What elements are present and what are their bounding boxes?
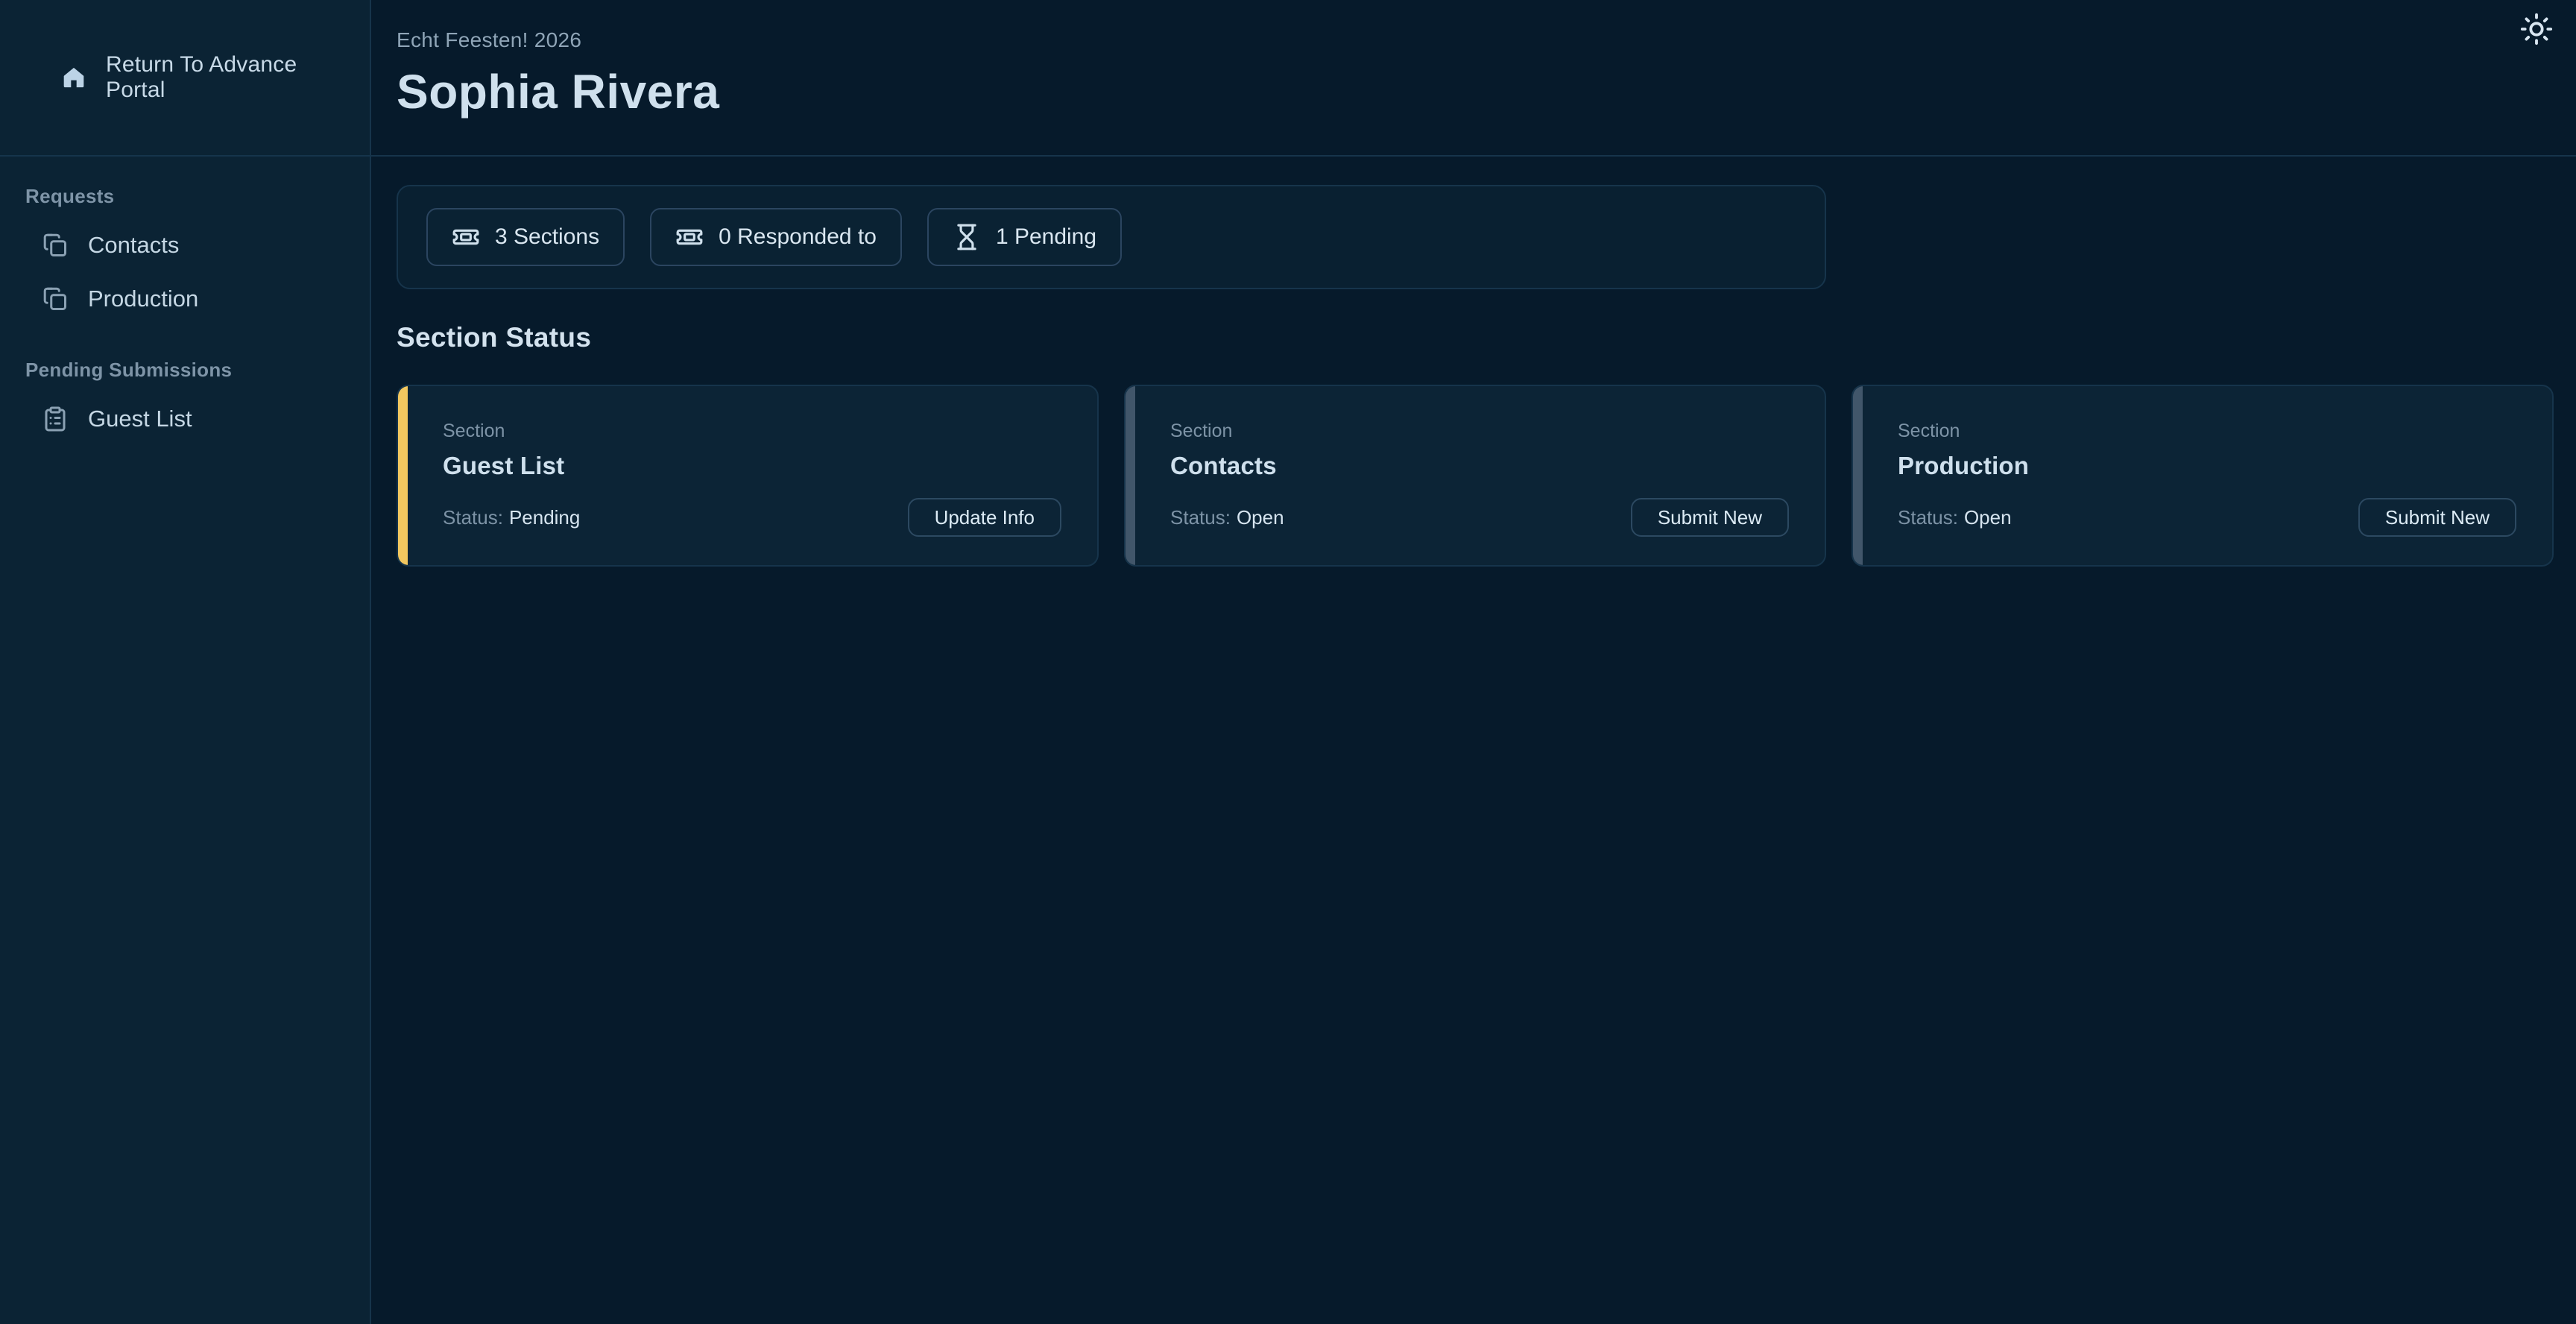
sidebar-item-guest-list[interactable]: Guest List — [0, 392, 370, 446]
nav-section-title: Pending Submissions — [0, 359, 370, 382]
nav-section-title: Requests — [0, 185, 370, 208]
status-label: Status: — [443, 506, 503, 529]
sidebar-nav: Requests Contacts Production Pending Sub… — [0, 157, 370, 479]
sun-icon — [2519, 12, 2554, 46]
status-value: Pending — [509, 506, 580, 529]
status-value: Open — [1237, 506, 1284, 529]
ticket-icon — [675, 223, 704, 251]
section-cards-row: Section Guest List Status: Pending Update… — [397, 385, 2554, 567]
return-to-portal-label: Return To Advance Portal — [106, 52, 347, 103]
status-line: Status: Open — [1170, 506, 1284, 529]
card-eyebrow: Section — [1170, 420, 1789, 442]
section-status-heading: Section Status — [397, 322, 2554, 353]
page-header: Echt Feesten! 2026 Sophia Rivera — [371, 0, 2576, 157]
nav-section-pending-submissions: Pending Submissions Guest List — [0, 359, 370, 446]
sidebar: Return To Advance Portal Requests Contac… — [0, 0, 371, 1324]
return-to-portal-link[interactable]: Return To Advance Portal — [0, 0, 370, 157]
card-title: Production — [1898, 452, 2516, 480]
card-title: Guest List — [443, 452, 1061, 480]
copy-icon — [42, 286, 69, 312]
card-accent-stripe — [1853, 386, 1863, 565]
copy-icon — [42, 232, 69, 259]
stat-label: 3 Sections — [495, 224, 599, 250]
submit-new-button[interactable]: Submit New — [1631, 498, 1789, 537]
home-icon — [61, 65, 86, 90]
card-eyebrow: Section — [443, 420, 1061, 442]
status-line: Status: Pending — [443, 506, 580, 529]
status-label: Status: — [1898, 506, 1958, 529]
status-value: Open — [1964, 506, 2012, 529]
status-line: Status: Open — [1898, 506, 2012, 529]
ticket-icon — [452, 223, 480, 251]
update-info-button[interactable]: Update Info — [908, 498, 1061, 537]
nav-section-requests: Requests Contacts Production — [0, 185, 370, 326]
section-card-production: Section Production Status: Open Submit Ne… — [1852, 385, 2554, 567]
sidebar-item-contacts[interactable]: Contacts — [0, 218, 370, 272]
card-footer: Status: Pending Update Info — [443, 498, 1061, 537]
card-title: Contacts — [1170, 452, 1789, 480]
submit-new-button[interactable]: Submit New — [2358, 498, 2516, 537]
sidebar-item-production[interactable]: Production — [0, 272, 370, 326]
card-footer: Status: Open Submit New — [1170, 498, 1789, 537]
status-label: Status: — [1170, 506, 1231, 529]
hourglass-icon — [953, 223, 981, 251]
page-title: Sophia Rivera — [397, 64, 2576, 119]
event-name: Echt Feesten! 2026 — [397, 28, 2576, 52]
stat-label: 1 Pending — [996, 224, 1096, 250]
card-accent-stripe — [1126, 386, 1135, 565]
clipboard-list-icon — [42, 406, 69, 432]
main-area: Echt Feesten! 2026 Sophia Rivera 3 Secti… — [371, 0, 2576, 1324]
sidebar-item-label: Contacts — [88, 232, 179, 259]
stat-label: 0 Responded to — [719, 224, 877, 250]
stat-sections-badge: 3 Sections — [426, 208, 625, 266]
stats-summary-bar: 3 Sections 0 Responded to 1 Pending — [397, 185, 1826, 289]
theme-toggle-button[interactable] — [2519, 12, 2554, 46]
stat-pending-badge: 1 Pending — [927, 208, 1122, 266]
section-card-guest-list: Section Guest List Status: Pending Update… — [397, 385, 1099, 567]
app-window: Return To Advance Portal Requests Contac… — [0, 0, 2576, 1324]
card-footer: Status: Open Submit New — [1898, 498, 2516, 537]
stat-responded-badge: 0 Responded to — [650, 208, 902, 266]
section-card-contacts: Section Contacts Status: Open Submit New — [1124, 385, 1826, 567]
sidebar-item-label: Production — [88, 286, 198, 312]
page-content: 3 Sections 0 Responded to 1 Pending Sect… — [371, 157, 2576, 567]
sidebar-item-label: Guest List — [88, 406, 192, 432]
card-accent-stripe — [398, 386, 408, 565]
card-eyebrow: Section — [1898, 420, 2516, 442]
